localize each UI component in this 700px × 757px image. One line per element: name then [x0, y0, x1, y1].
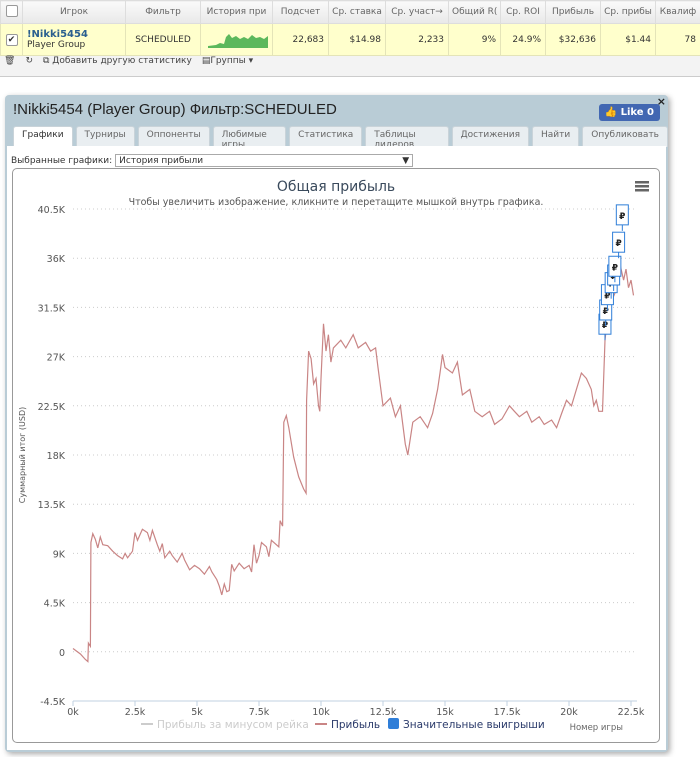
cell-count: 22,683: [272, 23, 329, 56]
cell-avg-entrants: 2,233: [385, 23, 449, 56]
column-header[interactable]: Ср. участ→: [385, 0, 449, 24]
profit-chart[interactable]: Общая прибыль Чтобы увеличить изображение…: [13, 169, 659, 742]
x-tick-label: 17.5k: [494, 707, 521, 718]
table-header: Игрок Фильтр История при Подсчет Ср. ста…: [0, 0, 700, 24]
x-tick-label: 5k: [191, 707, 203, 718]
y-tick-label: 27K: [47, 353, 66, 364]
trash-icon[interactable]: 🗑: [4, 56, 15, 66]
chart-title: Общая прибыль: [277, 179, 395, 195]
refresh-icon[interactable]: ↻: [25, 56, 33, 66]
tab-content: Выбранные графики: История прибыли ▼ Обща…: [7, 146, 666, 750]
y-tick-label: -4.5K: [40, 697, 66, 708]
profit-series-line: [72, 258, 635, 663]
column-header[interactable]: Фильтр: [125, 0, 201, 24]
column-header[interactable]: Общий R(: [448, 0, 501, 24]
table-row[interactable]: ✔ !Nikki5454 Player Group SCHEDULED 22,68…: [0, 23, 700, 56]
x-tick-label: 15k: [436, 707, 454, 718]
flag-symbol: ₽: [612, 263, 618, 273]
y-tick-label: 36K: [47, 254, 66, 265]
x-tick-label: 12.5k: [370, 707, 397, 718]
tab-6[interactable]: Достижения: [451, 126, 529, 147]
filter-cell: SCHEDULED: [125, 23, 201, 56]
column-header[interactable]: Ср. прибы: [600, 0, 656, 24]
x-tick-label: 7.5k: [249, 707, 270, 718]
y-tick-label: 22.5K: [38, 402, 66, 413]
column-header[interactable]: Ср. ставка: [328, 0, 386, 24]
chevron-down-icon: ▾: [248, 56, 254, 66]
stats-table: Игрок Фильтр История при Подсчет Ср. ста…: [0, 0, 700, 56]
x-axis-label: Номер игры: [570, 723, 623, 733]
y-tick-label: 0: [59, 648, 65, 659]
player-dialog: !Nikki5454 (Player Group) Фильтр:SCHEDUL…: [5, 95, 668, 752]
tab-7[interactable]: Найти: [532, 126, 580, 147]
x-tick-label: 0k: [67, 707, 79, 718]
legend-profit-label: Прибыль: [331, 719, 380, 731]
tab-3[interactable]: Любимые игры: [212, 126, 287, 150]
dropdown-arrow-icon: ▼: [402, 155, 410, 166]
y-axis-label: Суммарный итог (USD): [18, 407, 27, 504]
cell-avg-stake: $14.98: [328, 23, 386, 56]
cell-profit: $32,636: [545, 23, 601, 56]
y-tick-label: 9K: [53, 549, 66, 560]
groups-label: Группы: [210, 56, 246, 66]
chart-container[interactable]: Общая прибыль Чтобы увеличить изображение…: [12, 168, 660, 743]
row-checkbox[interactable]: ✔: [5, 33, 18, 46]
legend-wins-marker: [388, 718, 399, 729]
thumbs-up-icon: 👍: [604, 107, 618, 118]
chart-subtitle: Чтобы увеличить изображение, кликните и …: [129, 197, 544, 208]
column-header[interactable]: Подсчет: [272, 0, 329, 24]
cell-avg-profit: $1.44: [600, 23, 656, 56]
legend-wins-label: Значительные выигрыши: [403, 719, 545, 731]
y-tick-label: 40.5K: [38, 205, 66, 216]
flag-symbol: ₽: [619, 212, 625, 222]
select-all-checkbox[interactable]: [5, 4, 18, 17]
flag-symbol: ₽: [602, 321, 608, 331]
chart-select-value: История прибыли: [119, 155, 204, 166]
player-group: Player Group: [27, 39, 86, 50]
column-header[interactable]: История при: [200, 0, 273, 24]
table-toolbar: 🗑 ↻ ⧉ Добавить другую статистику ▤Группы…: [4, 56, 253, 66]
legend-rake-label: Прибыль за минусом рейка: [157, 719, 309, 731]
player-name[interactable]: !Nikki5454: [27, 29, 121, 40]
tab-4[interactable]: Статистика: [289, 126, 363, 147]
y-tick-label: 18K: [47, 451, 66, 462]
column-header[interactable]: Ср. ROI: [500, 0, 546, 24]
chart-selector-label: Выбранные графики:: [11, 155, 113, 166]
flag-symbol: ₽: [604, 292, 610, 302]
menu-icon[interactable]: [635, 181, 649, 192]
profit-sparkline: [208, 34, 268, 48]
y-tick-label: 31.5K: [38, 303, 66, 314]
x-tick-label: 22.5k: [618, 707, 645, 718]
flag-symbol: ₽: [615, 239, 621, 249]
groups-button[interactable]: ▤Группы ▾: [202, 56, 253, 66]
y-tick-label: 13.5K: [38, 500, 66, 511]
dialog-title: !Nikki5454 (Player Group) Фильтр:SCHEDUL…: [13, 101, 337, 118]
add-stat-button[interactable]: ⧉ Добавить другую статистику: [43, 56, 192, 66]
facebook-like-button[interactable]: 👍 Like 0: [598, 104, 660, 121]
close-icon[interactable]: ×: [657, 95, 666, 108]
cell-avg-roi: 24.9%: [500, 23, 546, 56]
stats-panel: Игрок Фильтр История при Подсчет Ср. ста…: [0, 0, 700, 77]
cell-qualified: 78: [655, 23, 700, 56]
cell-total-roi: 9%: [448, 23, 501, 56]
tab-5[interactable]: Таблицы лидеров: [365, 126, 449, 150]
chart-select[interactable]: История прибыли ▼: [115, 154, 414, 167]
column-header[interactable]: Квалиф: [655, 0, 700, 24]
tab-1[interactable]: Турниры: [75, 126, 135, 147]
y-tick-label: 4.5K: [44, 599, 66, 610]
x-tick-label: 10k: [312, 707, 330, 718]
x-tick-label: 20k: [560, 707, 578, 718]
x-tick-label: 2.5k: [125, 707, 146, 718]
column-header[interactable]: Игрок: [22, 0, 126, 24]
select-all-cell[interactable]: [0, 0, 23, 24]
chart-selector: Выбранные графики: История прибыли ▼: [11, 154, 414, 167]
tab-2[interactable]: Оппоненты: [137, 126, 210, 147]
tab-8[interactable]: Опубликовать: [582, 126, 668, 147]
add-stat-label: Добавить другую статистику: [52, 56, 192, 66]
like-label: Like 0: [620, 107, 654, 118]
column-header[interactable]: Прибыль: [545, 0, 601, 24]
add-icon: ⧉: [42, 56, 53, 66]
